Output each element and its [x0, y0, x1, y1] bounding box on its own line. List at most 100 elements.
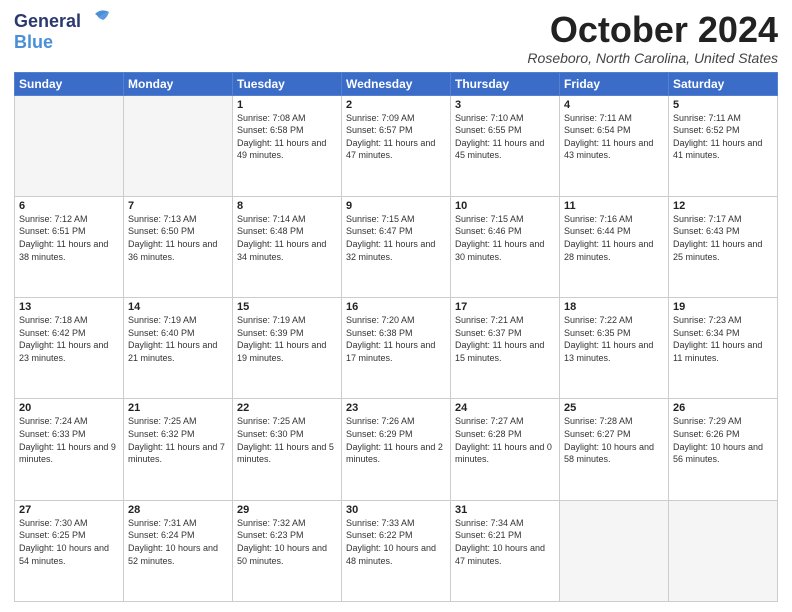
daylight: Daylight: 11 hours and 41 minutes.: [673, 137, 773, 162]
daylight: Daylight: 10 hours and 58 minutes.: [564, 441, 664, 466]
sunrise: Sunrise: 7:08 AM: [237, 112, 337, 125]
sunset: Sunset: 6:46 PM: [455, 225, 555, 238]
day-number: 3: [455, 99, 555, 111]
sunrise: Sunrise: 7:09 AM: [346, 112, 446, 125]
day-number: 12: [673, 200, 773, 212]
day-info: Sunrise: 7:11 AM Sunset: 6:54 PM Dayligh…: [564, 112, 664, 162]
sunset: Sunset: 6:38 PM: [346, 327, 446, 340]
day-number: 7: [128, 200, 228, 212]
daylight: Daylight: 11 hours and 19 minutes.: [237, 339, 337, 364]
page: General Blue October 2024 Roseboro, Nort…: [0, 0, 792, 612]
sunrise: Sunrise: 7:26 AM: [346, 415, 446, 428]
sunset: Sunset: 6:51 PM: [19, 225, 119, 238]
sunrise: Sunrise: 7:19 AM: [237, 314, 337, 327]
day-info: Sunrise: 7:26 AM Sunset: 6:29 PM Dayligh…: [346, 415, 446, 465]
sunset: Sunset: 6:21 PM: [455, 529, 555, 542]
sunrise: Sunrise: 7:27 AM: [455, 415, 555, 428]
day-info: Sunrise: 7:11 AM Sunset: 6:52 PM Dayligh…: [673, 112, 773, 162]
calendar-cell: 2 Sunrise: 7:09 AM Sunset: 6:57 PM Dayli…: [342, 95, 451, 196]
day-number: 20: [19, 402, 119, 414]
daylight: Daylight: 10 hours and 52 minutes.: [128, 542, 228, 567]
day-info: Sunrise: 7:16 AM Sunset: 6:44 PM Dayligh…: [564, 213, 664, 263]
sunrise: Sunrise: 7:22 AM: [564, 314, 664, 327]
sunrise: Sunrise: 7:18 AM: [19, 314, 119, 327]
sunset: Sunset: 6:37 PM: [455, 327, 555, 340]
sunrise: Sunrise: 7:10 AM: [455, 112, 555, 125]
day-info: Sunrise: 7:21 AM Sunset: 6:37 PM Dayligh…: [455, 314, 555, 364]
day-number: 21: [128, 402, 228, 414]
day-number: 11: [564, 200, 664, 212]
calendar-cell: 9 Sunrise: 7:15 AM Sunset: 6:47 PM Dayli…: [342, 196, 451, 297]
day-number: 13: [19, 301, 119, 313]
daylight: Daylight: 11 hours and 9 minutes.: [19, 441, 119, 466]
sunrise: Sunrise: 7:15 AM: [346, 213, 446, 226]
daylight: Daylight: 11 hours and 0 minutes.: [455, 441, 555, 466]
sunset: Sunset: 6:32 PM: [128, 428, 228, 441]
sunset: Sunset: 6:28 PM: [455, 428, 555, 441]
calendar-cell: 8 Sunrise: 7:14 AM Sunset: 6:48 PM Dayli…: [233, 196, 342, 297]
calendar-cell: 20 Sunrise: 7:24 AM Sunset: 6:33 PM Dayl…: [15, 399, 124, 500]
sunset: Sunset: 6:58 PM: [237, 124, 337, 137]
calendar-cell: 7 Sunrise: 7:13 AM Sunset: 6:50 PM Dayli…: [124, 196, 233, 297]
calendar-cell: 25 Sunrise: 7:28 AM Sunset: 6:27 PM Dayl…: [560, 399, 669, 500]
sunset: Sunset: 6:23 PM: [237, 529, 337, 542]
calendar-day-header: Monday: [124, 72, 233, 95]
sunset: Sunset: 6:34 PM: [673, 327, 773, 340]
calendar-week-row: 13 Sunrise: 7:18 AM Sunset: 6:42 PM Dayl…: [15, 298, 778, 399]
daylight: Daylight: 11 hours and 38 minutes.: [19, 238, 119, 263]
calendar-cell: 14 Sunrise: 7:19 AM Sunset: 6:40 PM Dayl…: [124, 298, 233, 399]
calendar-cell: 18 Sunrise: 7:22 AM Sunset: 6:35 PM Dayl…: [560, 298, 669, 399]
day-info: Sunrise: 7:31 AM Sunset: 6:24 PM Dayligh…: [128, 517, 228, 567]
sunset: Sunset: 6:30 PM: [237, 428, 337, 441]
calendar-cell: 26 Sunrise: 7:29 AM Sunset: 6:26 PM Dayl…: [669, 399, 778, 500]
day-info: Sunrise: 7:17 AM Sunset: 6:43 PM Dayligh…: [673, 213, 773, 263]
day-info: Sunrise: 7:15 AM Sunset: 6:46 PM Dayligh…: [455, 213, 555, 263]
day-number: 10: [455, 200, 555, 212]
logo-bird-icon: [85, 8, 113, 32]
day-info: Sunrise: 7:14 AM Sunset: 6:48 PM Dayligh…: [237, 213, 337, 263]
calendar-cell: 1 Sunrise: 7:08 AM Sunset: 6:58 PM Dayli…: [233, 95, 342, 196]
header: General Blue October 2024 Roseboro, Nort…: [14, 10, 778, 66]
sunrise: Sunrise: 7:20 AM: [346, 314, 446, 327]
sunrise: Sunrise: 7:32 AM: [237, 517, 337, 530]
calendar-cell: 23 Sunrise: 7:26 AM Sunset: 6:29 PM Dayl…: [342, 399, 451, 500]
daylight: Daylight: 10 hours and 54 minutes.: [19, 542, 119, 567]
calendar-cell: [124, 95, 233, 196]
day-info: Sunrise: 7:32 AM Sunset: 6:23 PM Dayligh…: [237, 517, 337, 567]
day-info: Sunrise: 7:19 AM Sunset: 6:40 PM Dayligh…: [128, 314, 228, 364]
sunrise: Sunrise: 7:16 AM: [564, 213, 664, 226]
day-number: 17: [455, 301, 555, 313]
calendar-header-row: SundayMondayTuesdayWednesdayThursdayFrid…: [15, 72, 778, 95]
calendar-cell: 11 Sunrise: 7:16 AM Sunset: 6:44 PM Dayl…: [560, 196, 669, 297]
day-number: 23: [346, 402, 446, 414]
sunset: Sunset: 6:39 PM: [237, 327, 337, 340]
sunset: Sunset: 6:27 PM: [564, 428, 664, 441]
daylight: Daylight: 11 hours and 17 minutes.: [346, 339, 446, 364]
location: Roseboro, North Carolina, United States: [527, 50, 778, 66]
day-info: Sunrise: 7:13 AM Sunset: 6:50 PM Dayligh…: [128, 213, 228, 263]
day-info: Sunrise: 7:20 AM Sunset: 6:38 PM Dayligh…: [346, 314, 446, 364]
day-info: Sunrise: 7:27 AM Sunset: 6:28 PM Dayligh…: [455, 415, 555, 465]
calendar-cell: 5 Sunrise: 7:11 AM Sunset: 6:52 PM Dayli…: [669, 95, 778, 196]
day-number: 15: [237, 301, 337, 313]
calendar-cell: 19 Sunrise: 7:23 AM Sunset: 6:34 PM Dayl…: [669, 298, 778, 399]
calendar-week-row: 6 Sunrise: 7:12 AM Sunset: 6:51 PM Dayli…: [15, 196, 778, 297]
calendar-cell: [15, 95, 124, 196]
sunset: Sunset: 6:50 PM: [128, 225, 228, 238]
day-info: Sunrise: 7:08 AM Sunset: 6:58 PM Dayligh…: [237, 112, 337, 162]
daylight: Daylight: 10 hours and 50 minutes.: [237, 542, 337, 567]
daylight: Daylight: 10 hours and 48 minutes.: [346, 542, 446, 567]
sunrise: Sunrise: 7:23 AM: [673, 314, 773, 327]
day-info: Sunrise: 7:19 AM Sunset: 6:39 PM Dayligh…: [237, 314, 337, 364]
daylight: Daylight: 11 hours and 5 minutes.: [237, 441, 337, 466]
sunrise: Sunrise: 7:34 AM: [455, 517, 555, 530]
sunrise: Sunrise: 7:11 AM: [564, 112, 664, 125]
sunrise: Sunrise: 7:24 AM: [19, 415, 119, 428]
day-info: Sunrise: 7:22 AM Sunset: 6:35 PM Dayligh…: [564, 314, 664, 364]
calendar-day-header: Wednesday: [342, 72, 451, 95]
daylight: Daylight: 11 hours and 45 minutes.: [455, 137, 555, 162]
sunset: Sunset: 6:43 PM: [673, 225, 773, 238]
sunrise: Sunrise: 7:13 AM: [128, 213, 228, 226]
day-number: 16: [346, 301, 446, 313]
day-info: Sunrise: 7:10 AM Sunset: 6:55 PM Dayligh…: [455, 112, 555, 162]
